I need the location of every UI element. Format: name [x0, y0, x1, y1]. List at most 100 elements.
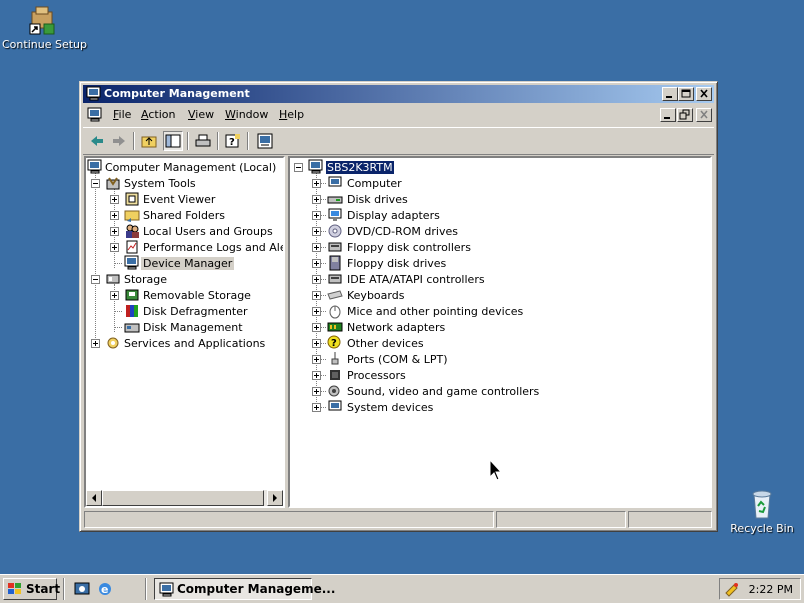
other-devices-icon: ? [327, 335, 343, 351]
device-category-label: System devices [347, 401, 434, 414]
forward-icon [113, 136, 125, 146]
horizontal-scrollbar[interactable] [86, 490, 283, 506]
menu-file[interactable]: File [113, 108, 131, 121]
maximize-button[interactable] [678, 87, 694, 101]
device-category-label: Sound, video and game controllers [347, 385, 540, 398]
expand-toggle[interactable] [312, 291, 321, 300]
up-one-level-button[interactable] [139, 131, 159, 151]
desktop-icon-continue-setup[interactable]: Continue Setup [2, 4, 87, 51]
collapse-toggle[interactable] [91, 179, 100, 188]
up-folder-icon [141, 136, 157, 148]
console-tree-pane[interactable]: Computer Management (Local) System Tools… [84, 156, 285, 508]
tree-node-label: Disk Defragmenter [143, 305, 248, 318]
start-label: Start [26, 582, 61, 596]
expand-toggle[interactable] [312, 259, 321, 268]
print-button[interactable] [193, 131, 213, 151]
svg-text:e: e [101, 583, 108, 596]
tray-icon[interactable] [724, 581, 740, 600]
tree-node-label: Local Users and Groups [143, 225, 273, 238]
expand-toggle[interactable] [312, 371, 321, 380]
child-close-button[interactable] [696, 108, 712, 122]
ports-com-lpt-icon [327, 351, 343, 367]
expand-toggle[interactable] [312, 227, 321, 236]
expand-toggle[interactable] [110, 291, 119, 300]
scroll-left-button[interactable] [86, 490, 102, 506]
expand-toggle[interactable] [312, 211, 321, 220]
menu-window[interactable]: Window [225, 108, 268, 121]
floppy-disk-drives-icon [327, 255, 343, 271]
services-applications-icon [105, 335, 121, 351]
expand-toggle[interactable] [312, 275, 321, 284]
expand-toggle[interactable] [110, 227, 119, 236]
print-icon [195, 134, 211, 147]
dvd-cdrom-drives-icon [327, 223, 343, 239]
show-desktop-icon[interactable] [74, 581, 90, 597]
performance-logs-icon [124, 239, 140, 255]
expand-toggle[interactable] [312, 355, 321, 364]
child-minimize-button[interactable] [660, 108, 676, 122]
device-category-label: Mice and other pointing devices [347, 305, 524, 318]
sound-video-game-controllers-icon [327, 383, 343, 399]
expand-toggle[interactable] [312, 307, 321, 316]
menu-action[interactable]: Action [141, 108, 175, 121]
help-button[interactable]: ? [223, 131, 243, 151]
menu-accel: W [225, 108, 236, 121]
taskbar-button-computer-management[interactable]: Computer Manageme... [154, 578, 335, 600]
scroll-thumb[interactable] [102, 490, 264, 506]
help-icon: ? [225, 134, 240, 148]
start-button[interactable]: Start [3, 578, 61, 600]
properties-button[interactable] [255, 131, 275, 151]
computer-icon [327, 175, 343, 191]
menu-file-rest: ile [118, 108, 132, 121]
toolbar-separator [217, 132, 219, 150]
device-category-label: Keyboards [347, 289, 405, 302]
expand-toggle[interactable] [110, 211, 119, 220]
menu-bar: File Action View Window Help [83, 105, 714, 124]
expand-toggle[interactable] [110, 195, 119, 204]
status-pane-main [84, 511, 494, 528]
processors-icon [327, 367, 343, 383]
desktop-icon-label: Continue Setup [2, 38, 87, 51]
menu-help[interactable]: Help [279, 108, 304, 121]
expand-toggle[interactable] [312, 339, 321, 348]
mdi-child-icon[interactable] [87, 107, 103, 123]
computer-name-label: SBS2K3RTM [325, 160, 395, 175]
close-button[interactable] [696, 87, 712, 101]
expand-toggle[interactable] [91, 339, 100, 348]
tree-node-label: Services and Applications [124, 337, 266, 350]
expand-toggle[interactable] [312, 243, 321, 252]
forward-button[interactable] [109, 131, 129, 151]
expand-toggle[interactable] [312, 387, 321, 396]
removable-storage-icon [124, 287, 140, 303]
scroll-right-button[interactable] [267, 490, 283, 506]
title-bar[interactable]: Computer Management [83, 85, 714, 103]
child-restore-button[interactable] [677, 108, 693, 122]
menu-view[interactable]: View [188, 108, 214, 121]
expand-toggle[interactable] [312, 179, 321, 188]
back-button[interactable] [87, 131, 107, 151]
show-hide-tree-button[interactable] [163, 131, 183, 151]
expand-toggle[interactable] [110, 243, 119, 252]
toolbar-separator [187, 132, 189, 150]
computer-management-icon [87, 159, 103, 175]
system-tray: 2:22 PM [719, 578, 801, 600]
tree-node-label: Removable Storage [143, 289, 251, 302]
device-list-pane[interactable]: SBS2K3RTM Computer Disk drives Display ada… [288, 156, 712, 508]
expand-toggle[interactable] [312, 403, 321, 412]
mouse-pointer-icon [489, 459, 503, 481]
minimize-button[interactable] [662, 87, 678, 101]
collapse-toggle[interactable] [294, 163, 303, 172]
device-category-label: Disk drives [347, 193, 408, 206]
internet-explorer-icon[interactable]: e [97, 581, 113, 597]
computer-management-window: Computer Management File Action View Win… [79, 81, 718, 532]
tree-node-label: System Tools [124, 177, 196, 190]
computer-icon [308, 159, 324, 175]
collapse-toggle[interactable] [91, 275, 100, 284]
expand-toggle[interactable] [312, 323, 321, 332]
clock[interactable]: 2:22 PM [749, 583, 793, 596]
expand-toggle[interactable] [312, 195, 321, 204]
disk-drives-icon [327, 191, 343, 207]
setup-shortcut-icon [26, 4, 58, 36]
tree-node-label: Storage [124, 273, 168, 286]
desktop-icon-recycle-bin[interactable]: Recycle Bin [722, 488, 802, 535]
